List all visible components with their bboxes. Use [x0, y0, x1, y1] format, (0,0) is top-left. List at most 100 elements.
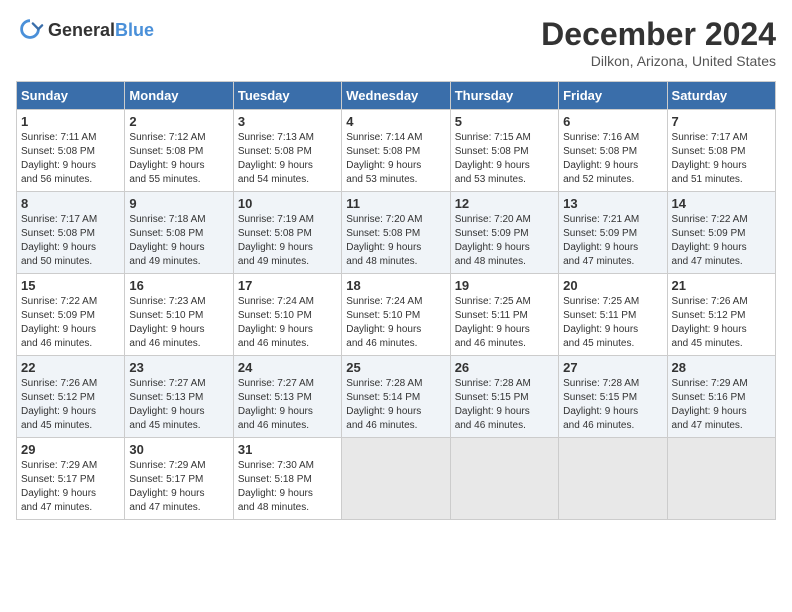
day-info: Sunrise: 7:29 AM Sunset: 5:16 PM Dayligh… [672, 377, 771, 433]
calendar-day-cell: 19 Sunrise: 7:25 AM Sunset: 5:11 PM Dayl… [450, 274, 558, 356]
day-number: 5 [455, 114, 554, 129]
month-title: December 2024 [541, 16, 776, 53]
calendar-day-cell: 29 Sunrise: 7:29 AM Sunset: 5:17 PM Dayl… [17, 438, 125, 520]
day-info: Sunrise: 7:29 AM Sunset: 5:17 PM Dayligh… [129, 459, 228, 515]
day-number: 12 [455, 196, 554, 211]
calendar-day-cell: 10 Sunrise: 7:19 AM Sunset: 5:08 PM Dayl… [233, 192, 341, 274]
logo: General Blue [16, 16, 154, 44]
day-number: 14 [672, 196, 771, 211]
title-section: December 2024 Dilkon, Arizona, United St… [541, 16, 776, 69]
calendar-day-cell [559, 438, 667, 520]
calendar-day-cell [342, 438, 450, 520]
day-info: Sunrise: 7:17 AM Sunset: 5:08 PM Dayligh… [672, 131, 771, 187]
day-number: 9 [129, 196, 228, 211]
day-number: 7 [672, 114, 771, 129]
calendar-day-cell: 24 Sunrise: 7:27 AM Sunset: 5:13 PM Dayl… [233, 356, 341, 438]
weekday-header-cell: Tuesday [233, 82, 341, 110]
day-info: Sunrise: 7:14 AM Sunset: 5:08 PM Dayligh… [346, 131, 445, 187]
calendar-day-cell: 28 Sunrise: 7:29 AM Sunset: 5:16 PM Dayl… [667, 356, 775, 438]
calendar-week-row: 1 Sunrise: 7:11 AM Sunset: 5:08 PM Dayli… [17, 110, 776, 192]
day-info: Sunrise: 7:27 AM Sunset: 5:13 PM Dayligh… [238, 377, 337, 433]
calendar-week-row: 22 Sunrise: 7:26 AM Sunset: 5:12 PM Dayl… [17, 356, 776, 438]
weekday-header-cell: Friday [559, 82, 667, 110]
day-number: 4 [346, 114, 445, 129]
day-number: 25 [346, 360, 445, 375]
day-number: 11 [346, 196, 445, 211]
day-number: 24 [238, 360, 337, 375]
day-number: 1 [21, 114, 120, 129]
day-number: 21 [672, 278, 771, 293]
day-info: Sunrise: 7:15 AM Sunset: 5:08 PM Dayligh… [455, 131, 554, 187]
weekday-header-cell: Monday [125, 82, 233, 110]
day-info: Sunrise: 7:19 AM Sunset: 5:08 PM Dayligh… [238, 213, 337, 269]
calendar-day-cell: 30 Sunrise: 7:29 AM Sunset: 5:17 PM Dayl… [125, 438, 233, 520]
calendar-body: 1 Sunrise: 7:11 AM Sunset: 5:08 PM Dayli… [17, 110, 776, 520]
calendar-day-cell: 14 Sunrise: 7:22 AM Sunset: 5:09 PM Dayl… [667, 192, 775, 274]
day-number: 30 [129, 442, 228, 457]
calendar-day-cell: 23 Sunrise: 7:27 AM Sunset: 5:13 PM Dayl… [125, 356, 233, 438]
day-info: Sunrise: 7:21 AM Sunset: 5:09 PM Dayligh… [563, 213, 662, 269]
day-number: 6 [563, 114, 662, 129]
calendar-day-cell: 13 Sunrise: 7:21 AM Sunset: 5:09 PM Dayl… [559, 192, 667, 274]
day-info: Sunrise: 7:18 AM Sunset: 5:08 PM Dayligh… [129, 213, 228, 269]
calendar-day-cell: 5 Sunrise: 7:15 AM Sunset: 5:08 PM Dayli… [450, 110, 558, 192]
calendar-day-cell: 18 Sunrise: 7:24 AM Sunset: 5:10 PM Dayl… [342, 274, 450, 356]
day-number: 8 [21, 196, 120, 211]
day-info: Sunrise: 7:26 AM Sunset: 5:12 PM Dayligh… [21, 377, 120, 433]
day-number: 10 [238, 196, 337, 211]
day-number: 16 [129, 278, 228, 293]
calendar-day-cell: 2 Sunrise: 7:12 AM Sunset: 5:08 PM Dayli… [125, 110, 233, 192]
day-info: Sunrise: 7:28 AM Sunset: 5:15 PM Dayligh… [563, 377, 662, 433]
logo-icon [16, 16, 44, 44]
calendar-day-cell: 17 Sunrise: 7:24 AM Sunset: 5:10 PM Dayl… [233, 274, 341, 356]
day-info: Sunrise: 7:16 AM Sunset: 5:08 PM Dayligh… [563, 131, 662, 187]
day-info: Sunrise: 7:24 AM Sunset: 5:10 PM Dayligh… [238, 295, 337, 351]
day-number: 13 [563, 196, 662, 211]
calendar-week-row: 29 Sunrise: 7:29 AM Sunset: 5:17 PM Dayl… [17, 438, 776, 520]
day-info: Sunrise: 7:30 AM Sunset: 5:18 PM Dayligh… [238, 459, 337, 515]
day-number: 29 [21, 442, 120, 457]
logo-general-text: General [48, 21, 115, 39]
weekday-header-cell: Sunday [17, 82, 125, 110]
day-info: Sunrise: 7:22 AM Sunset: 5:09 PM Dayligh… [21, 295, 120, 351]
calendar-day-cell [667, 438, 775, 520]
calendar-day-cell: 26 Sunrise: 7:28 AM Sunset: 5:15 PM Dayl… [450, 356, 558, 438]
day-info: Sunrise: 7:13 AM Sunset: 5:08 PM Dayligh… [238, 131, 337, 187]
calendar-day-cell: 15 Sunrise: 7:22 AM Sunset: 5:09 PM Dayl… [17, 274, 125, 356]
weekday-header-cell: Wednesday [342, 82, 450, 110]
calendar-day-cell: 22 Sunrise: 7:26 AM Sunset: 5:12 PM Dayl… [17, 356, 125, 438]
day-info: Sunrise: 7:22 AM Sunset: 5:09 PM Dayligh… [672, 213, 771, 269]
day-info: Sunrise: 7:27 AM Sunset: 5:13 PM Dayligh… [129, 377, 228, 433]
calendar-day-cell: 9 Sunrise: 7:18 AM Sunset: 5:08 PM Dayli… [125, 192, 233, 274]
weekday-header-cell: Saturday [667, 82, 775, 110]
day-number: 22 [21, 360, 120, 375]
calendar-table: SundayMondayTuesdayWednesdayThursdayFrid… [16, 81, 776, 520]
calendar-day-cell: 11 Sunrise: 7:20 AM Sunset: 5:08 PM Dayl… [342, 192, 450, 274]
day-info: Sunrise: 7:28 AM Sunset: 5:14 PM Dayligh… [346, 377, 445, 433]
day-number: 20 [563, 278, 662, 293]
day-info: Sunrise: 7:12 AM Sunset: 5:08 PM Dayligh… [129, 131, 228, 187]
calendar-day-cell: 25 Sunrise: 7:28 AM Sunset: 5:14 PM Dayl… [342, 356, 450, 438]
calendar-day-cell: 1 Sunrise: 7:11 AM Sunset: 5:08 PM Dayli… [17, 110, 125, 192]
calendar-day-cell: 16 Sunrise: 7:23 AM Sunset: 5:10 PM Dayl… [125, 274, 233, 356]
day-number: 18 [346, 278, 445, 293]
day-number: 31 [238, 442, 337, 457]
day-number: 17 [238, 278, 337, 293]
day-number: 19 [455, 278, 554, 293]
location-title: Dilkon, Arizona, United States [541, 53, 776, 69]
calendar-day-cell: 8 Sunrise: 7:17 AM Sunset: 5:08 PM Dayli… [17, 192, 125, 274]
calendar-week-row: 15 Sunrise: 7:22 AM Sunset: 5:09 PM Dayl… [17, 274, 776, 356]
day-number: 26 [455, 360, 554, 375]
calendar-day-cell: 20 Sunrise: 7:25 AM Sunset: 5:11 PM Dayl… [559, 274, 667, 356]
weekday-header-row: SundayMondayTuesdayWednesdayThursdayFrid… [17, 82, 776, 110]
calendar-day-cell [450, 438, 558, 520]
calendar-week-row: 8 Sunrise: 7:17 AM Sunset: 5:08 PM Dayli… [17, 192, 776, 274]
calendar-day-cell: 3 Sunrise: 7:13 AM Sunset: 5:08 PM Dayli… [233, 110, 341, 192]
day-number: 27 [563, 360, 662, 375]
day-number: 3 [238, 114, 337, 129]
logo-blue-text: Blue [115, 21, 154, 39]
day-number: 28 [672, 360, 771, 375]
day-info: Sunrise: 7:29 AM Sunset: 5:17 PM Dayligh… [21, 459, 120, 515]
day-info: Sunrise: 7:17 AM Sunset: 5:08 PM Dayligh… [21, 213, 120, 269]
day-info: Sunrise: 7:11 AM Sunset: 5:08 PM Dayligh… [21, 131, 120, 187]
